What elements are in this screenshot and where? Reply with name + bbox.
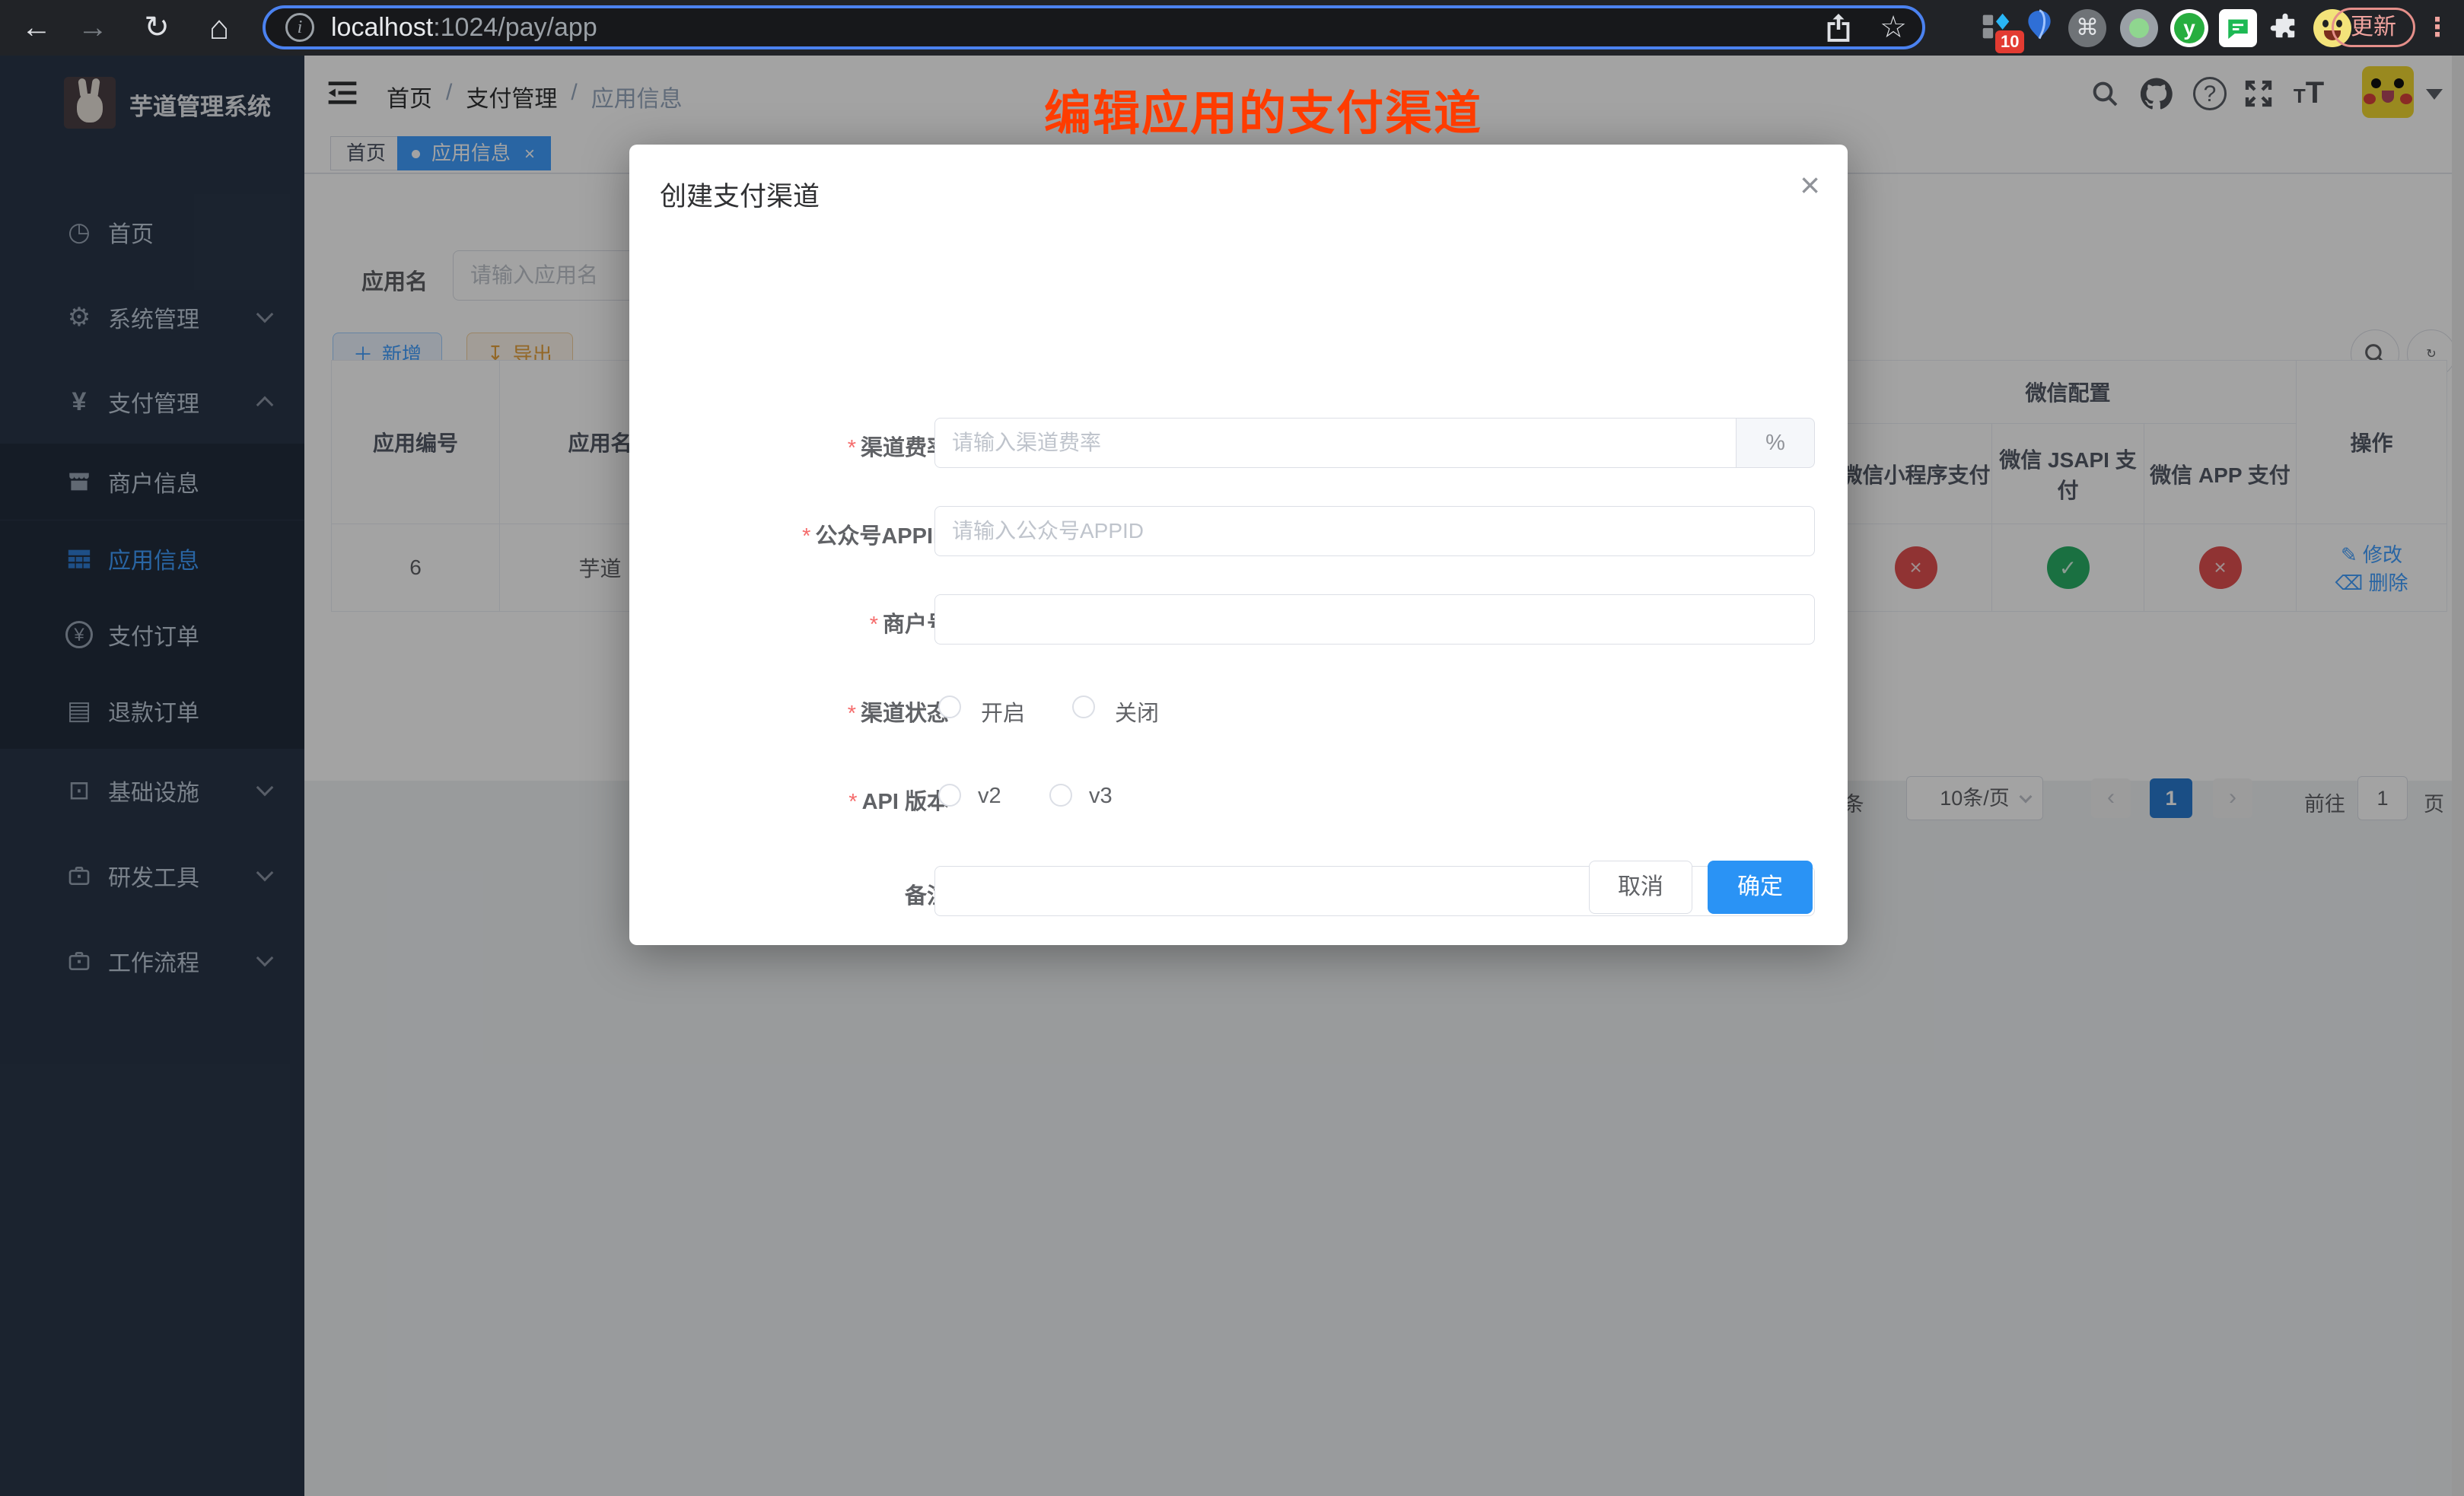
dialog-title: 创建支付渠道 — [660, 175, 820, 214]
radio-status-closed[interactable] — [1072, 695, 1095, 718]
field-label-remark: 备注 — [675, 878, 949, 910]
official-account-appid-input[interactable] — [934, 506, 1815, 556]
browser-back-icon[interactable]: ← — [14, 0, 59, 56]
share-icon[interactable] — [1825, 12, 1852, 43]
extension-y-icon[interactable]: y — [2170, 9, 2208, 47]
radio-api-v2[interactable] — [938, 784, 961, 807]
extension-tag-icon[interactable]: 10 — [1979, 9, 2017, 47]
field-label-rate: *渠道费率 — [675, 430, 949, 462]
site-info-icon[interactable]: i — [285, 13, 314, 42]
extension-dot-icon[interactable] — [2120, 9, 2158, 47]
browser-reload-icon[interactable]: ↻ — [134, 0, 180, 56]
radio-label-closed[interactable]: 关闭 — [1115, 695, 1159, 727]
field-label-status: *渠道状态 — [675, 695, 949, 727]
address-bar[interactable]: i localhost:1024/pay/app ☆ — [263, 5, 1925, 49]
browser-update-button[interactable]: 更新 — [2332, 8, 2415, 47]
browser-forward-icon[interactable]: → — [70, 0, 116, 56]
field-label-merchant: *商户号 — [675, 606, 949, 638]
cancel-button[interactable]: 取消 — [1589, 861, 1692, 914]
annotation-title: 编辑应用的支付渠道 — [989, 75, 1537, 143]
radio-status-open[interactable] — [938, 695, 961, 718]
merchant-id-input[interactable] — [934, 594, 1815, 645]
confirm-button[interactable]: 确定 — [1708, 861, 1813, 914]
channel-rate-input[interactable] — [934, 418, 1737, 468]
field-label-api-version: *API 版本 — [675, 784, 949, 816]
radio-label-v2[interactable]: v2 — [978, 784, 1001, 809]
browser-menu-icon[interactable]: ⋮ — [2424, 8, 2450, 47]
url-host: localhost — [331, 13, 433, 43]
extension-command-icon[interactable]: ⌘ — [2068, 9, 2106, 47]
screen: ← → ↻ ⌂ i localhost:1024/pay/app ☆ 10 ⌘ … — [0, 0, 2464, 1496]
percent-addon: % — [1737, 418, 1815, 468]
radio-api-v3[interactable] — [1049, 784, 1072, 807]
radio-label-v3[interactable]: v3 — [1089, 784, 1113, 809]
url-path: :1024/pay/app — [433, 13, 597, 43]
radio-label-open[interactable]: 开启 — [981, 695, 1025, 727]
bookmark-star-icon[interactable]: ☆ — [1880, 12, 1907, 43]
create-payment-channel-dialog: 创建支付渠道 × *渠道费率 % *公众号APPID *商户号 *渠道状态 开启… — [629, 145, 1848, 945]
close-icon[interactable]: × — [1800, 167, 1820, 202]
extension-chat-icon[interactable] — [2219, 9, 2257, 47]
field-label-appid: *公众号APPID — [675, 518, 949, 550]
extension-balloon-icon[interactable] — [2023, 9, 2061, 47]
extensions-puzzle-icon[interactable] — [2266, 9, 2304, 47]
extension-badge: 10 — [1995, 30, 2024, 53]
browser-home-icon[interactable]: ⌂ — [196, 0, 242, 56]
browser-chrome: ← → ↻ ⌂ i localhost:1024/pay/app ☆ 10 ⌘ … — [0, 0, 2464, 56]
